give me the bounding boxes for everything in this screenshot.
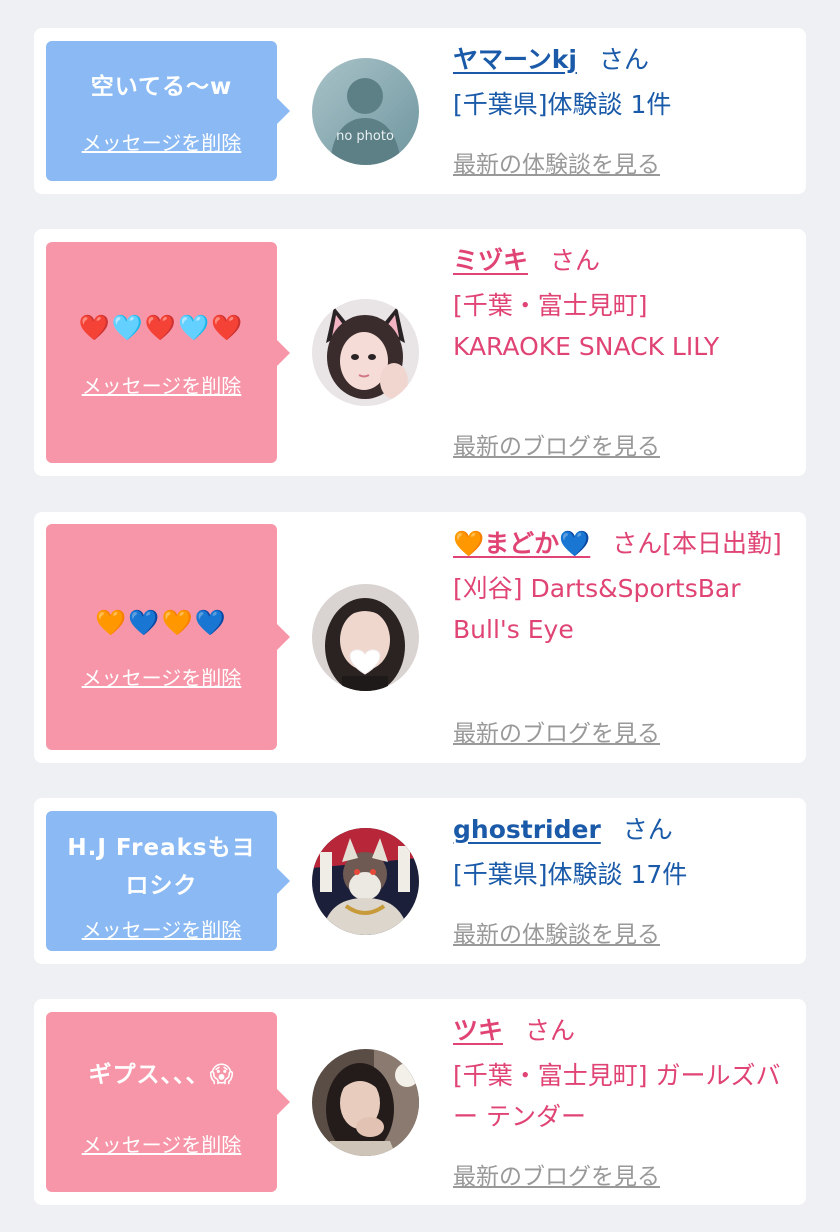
user-detail: [千葉・富士見町] KARAOKE SNACK LILY bbox=[453, 291, 720, 361]
message-text: H.J Freaksもヨロシク bbox=[67, 835, 256, 899]
message-text: ギプス、、、😱 bbox=[88, 1062, 235, 1088]
view-latest-link[interactable]: 最新の体験談を見る bbox=[453, 915, 660, 949]
user-info: ヤマーンkj さん [千葉県]体験談 1件 bbox=[453, 40, 788, 125]
user-name-link[interactable]: ghostrider bbox=[453, 815, 601, 844]
user-name-link[interactable]: ミヅキ bbox=[453, 246, 528, 275]
message-text: 空いてる〜w bbox=[90, 74, 233, 100]
user-detail: [千葉県]体験談 17件 bbox=[453, 860, 688, 889]
message-card: 🧡💙🧡💙 メッセージを削除 🧡まどか💙 さん[本日出勤] [刈谷] Darts&S… bbox=[34, 512, 806, 763]
delete-message-link[interactable]: メッセージを削除 bbox=[46, 662, 277, 691]
delete-message-link[interactable]: メッセージを削除 bbox=[46, 127, 277, 156]
message-bubble: ❤️🩵❤️🩵❤️ メッセージを削除 bbox=[46, 242, 290, 463]
message-card: 空いてる〜w メッセージを削除 no photo ヤマーンkj さん [千葉県]体… bbox=[34, 28, 806, 194]
honorific: さん bbox=[525, 1016, 576, 1045]
message-text: ❤️🩵❤️🩵❤️ bbox=[78, 313, 245, 342]
message-card: ❤️🩵❤️🩵❤️ メッセージを削除 ミヅキ さん [千葉・富士見町] KARAOK… bbox=[34, 229, 806, 476]
view-latest-link[interactable]: 最新のブログを見る bbox=[453, 427, 660, 461]
message-card: H.J Freaksもヨロシク メッセージを削除 ghostrider さん [千… bbox=[34, 798, 806, 964]
message-bubble: H.J Freaksもヨロシク メッセージを削除 bbox=[46, 811, 290, 951]
honorific: さん bbox=[598, 45, 649, 74]
honorific: さん bbox=[550, 246, 601, 275]
user-info: ミヅキ さん [千葉・富士見町] KARAOKE SNACK LILY bbox=[453, 241, 788, 367]
delete-message-link[interactable]: メッセージを削除 bbox=[46, 1129, 277, 1158]
view-latest-link[interactable]: 最新のブログを見る bbox=[453, 714, 660, 748]
user-detail: [刈谷] Darts&SportsBar Bull's Eye bbox=[453, 574, 741, 644]
user-info: ツキ さん [千葉・富士見町] ガールズバー テンダー bbox=[453, 1011, 788, 1137]
delete-message-link[interactable]: メッセージを削除 bbox=[46, 370, 277, 399]
user-name-link[interactable]: ヤマーンkj bbox=[453, 45, 577, 74]
message-text: 🧡💙🧡💙 bbox=[95, 608, 228, 637]
no-photo-label: no photo bbox=[336, 129, 394, 144]
delete-message-link[interactable]: メッセージを削除 bbox=[46, 914, 277, 943]
avatar[interactable] bbox=[312, 1049, 419, 1156]
avatar[interactable] bbox=[312, 828, 419, 935]
user-name-link[interactable]: 🧡まどか💙 bbox=[453, 529, 590, 558]
message-bubble: ギプス、、、😱 メッセージを削除 bbox=[46, 1012, 290, 1192]
user-detail: [千葉・富士見町] ガールズバー テンダー bbox=[453, 1061, 781, 1131]
avatar[interactable] bbox=[312, 584, 419, 691]
user-info: ghostrider さん [千葉県]体験談 17件 bbox=[453, 810, 788, 895]
avatar[interactable] bbox=[312, 299, 419, 406]
user-detail: [千葉県]体験談 1件 bbox=[453, 90, 672, 119]
user-info: 🧡まどか💙 さん[本日出勤] [刈谷] Darts&SportsBar Bull'… bbox=[453, 524, 788, 650]
message-card: ギプス、、、😱 メッセージを削除 ツキ さん [千葉・富士見町] ガールズバー テ… bbox=[34, 999, 806, 1205]
view-latest-link[interactable]: 最新の体験談を見る bbox=[453, 145, 660, 179]
honorific: さん bbox=[622, 815, 673, 844]
message-bubble: 🧡💙🧡💙 メッセージを削除 bbox=[46, 524, 290, 750]
user-name-link[interactable]: ツキ bbox=[453, 1016, 503, 1045]
avatar[interactable]: no photo bbox=[312, 58, 419, 165]
honorific: さん[本日出勤] bbox=[612, 529, 782, 558]
view-latest-link[interactable]: 最新のブログを見る bbox=[453, 1157, 660, 1191]
message-bubble: 空いてる〜w メッセージを削除 bbox=[46, 41, 290, 181]
